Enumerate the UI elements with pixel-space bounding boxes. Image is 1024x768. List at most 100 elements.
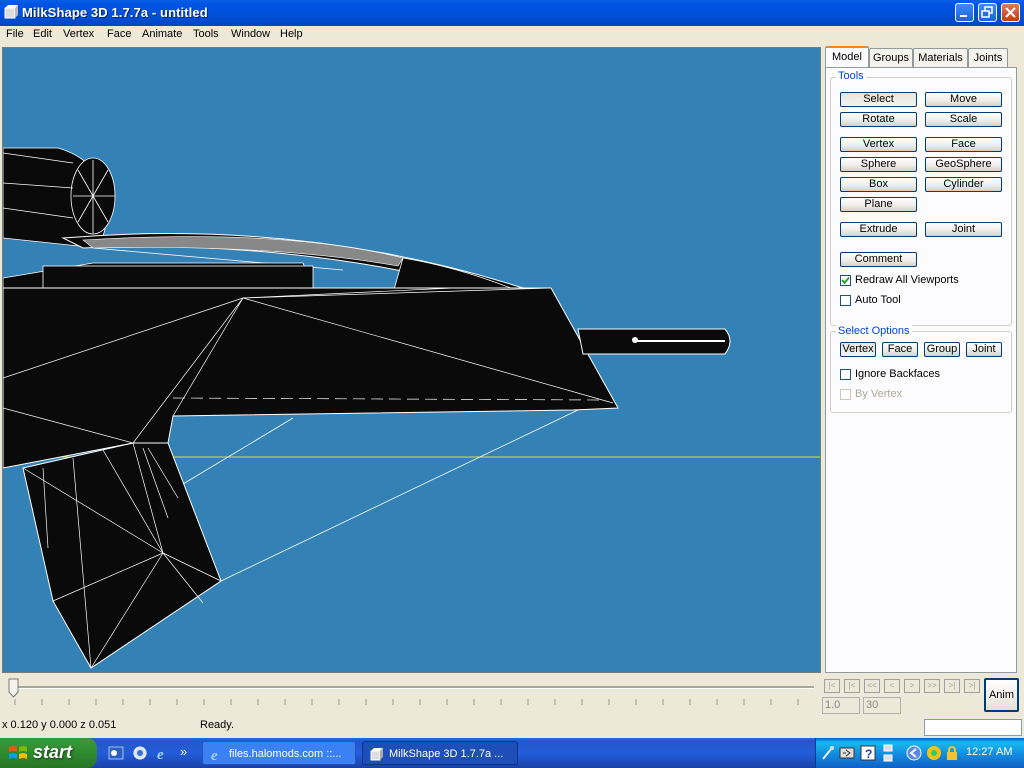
scale-button[interactable]: Scale: [925, 112, 1002, 127]
messenger-tray-icon[interactable]: [926, 745, 942, 761]
ignore-backfaces-label: Ignore Backfaces: [855, 368, 940, 380]
box-button[interactable]: Box: [840, 177, 917, 192]
tab-joints[interactable]: Joints: [968, 48, 1008, 67]
browser-quicklaunch-icon[interactable]: [132, 745, 148, 761]
status-message: Ready.: [200, 719, 235, 731]
milkshape-app-icon: [4, 5, 18, 19]
outlook-quicklaunch-icon[interactable]: [108, 745, 124, 761]
timeline-ticks: [14, 699, 799, 705]
window-title: MilkShape 3D 1.7.7a - untitled: [22, 5, 208, 20]
clock: 12:27 AM: [966, 746, 1013, 758]
last-frame-button[interactable]: >|: [964, 679, 980, 693]
tool-tray-icon[interactable]: [821, 745, 835, 761]
menu-bar: File Edit Vertex Face Animate Tools Wind…: [0, 26, 1024, 46]
by-vertex-label: By Vertex: [855, 388, 903, 400]
forward-button[interactable]: >>: [924, 679, 940, 693]
joint-tool-button[interactable]: Joint: [925, 222, 1002, 237]
select-joint-button[interactable]: Joint: [966, 342, 1002, 357]
menu-help[interactable]: Help: [277, 28, 306, 40]
face-tool-button[interactable]: Face: [925, 137, 1002, 152]
coords-readout: x 0.120 y 0.000 z 0.051: [2, 719, 117, 731]
ie-quicklaunch-icon[interactable]: e: [155, 745, 171, 761]
auto-tool-checkbox[interactable]: [840, 295, 851, 306]
model-tab-body: Tools Select Move Rotate Scale Vertex Fa…: [825, 67, 1017, 673]
plane-button[interactable]: Plane: [840, 197, 917, 212]
prev-key-button[interactable]: |<: [844, 679, 860, 693]
next-frame-button[interactable]: >: [904, 679, 920, 693]
comment-button[interactable]: Comment: [840, 252, 917, 267]
tool-panel: Model Groups Materials Joints Tools Sele…: [823, 46, 1021, 673]
restore-button[interactable]: [978, 3, 997, 22]
sphere-button[interactable]: Sphere: [840, 157, 917, 172]
tab-groups[interactable]: Groups: [869, 48, 913, 67]
extrude-button[interactable]: Extrude: [840, 222, 917, 237]
timeline-slider-thumb[interactable]: [8, 678, 20, 698]
select-vertex-button[interactable]: Vertex: [840, 342, 876, 357]
restore-icon: [981, 6, 993, 18]
timeline-track: [10, 686, 814, 689]
close-icon: [1005, 7, 1016, 18]
ie-icon: e: [211, 748, 218, 762]
svg-text:e: e: [211, 748, 218, 762]
menu-file[interactable]: File: [3, 28, 27, 40]
prev-frame-button[interactable]: <: [884, 679, 900, 693]
task-milkshape-label: MilkShape 3D 1.7.7a ...: [389, 748, 504, 760]
status-field: [924, 719, 1022, 736]
start-button[interactable]: start: [0, 738, 97, 768]
close-button[interactable]: [1001, 3, 1020, 22]
model-wireframe: [3, 147, 820, 669]
menu-tools[interactable]: Tools: [190, 28, 222, 40]
chevron-right-icon[interactable]: »: [180, 744, 187, 759]
start-label: start: [33, 742, 73, 762]
first-frame-button[interactable]: |<: [824, 679, 840, 693]
move-button[interactable]: Move: [925, 92, 1002, 107]
rotate-button[interactable]: Rotate: [840, 112, 917, 127]
security-lock-tray-icon[interactable]: [945, 745, 959, 761]
select-group-button[interactable]: Group: [924, 342, 960, 357]
back-arrow-tray-icon[interactable]: [906, 745, 922, 761]
menu-edit[interactable]: Edit: [30, 28, 55, 40]
next-key-button[interactable]: >|: [944, 679, 960, 693]
end-frame-field[interactable]: 30: [863, 697, 901, 714]
status-bar: x 0.120 y 0.000 z 0.051 Ready.: [0, 717, 1024, 738]
menu-face[interactable]: Face: [104, 28, 134, 40]
checkmark-icon: [841, 276, 850, 285]
help-tray-icon[interactable]: ?: [860, 745, 876, 761]
taskbar: start e » e files.halomods.com ::... Mil…: [0, 738, 1024, 768]
menu-animate[interactable]: Animate: [139, 28, 185, 40]
ignore-backfaces-checkbox[interactable]: [840, 369, 851, 380]
svg-text:e: e: [157, 747, 164, 761]
select-options-label: Select Options: [836, 325, 912, 337]
svg-text:?: ?: [865, 747, 872, 761]
start-frame-field[interactable]: 1.0: [822, 697, 860, 714]
redraw-all-label: Redraw All Viewports: [855, 274, 959, 286]
anim-button[interactable]: Anim: [984, 678, 1019, 712]
system-tray: ? 12:27 AM: [815, 738, 1024, 768]
windows-logo-icon: [9, 746, 27, 759]
by-vertex-checkbox[interactable]: [840, 389, 851, 400]
3d-viewport[interactable]: [2, 47, 821, 673]
task-browser[interactable]: e files.halomods.com ::...: [202, 741, 356, 765]
cylinder-button[interactable]: Cylinder: [925, 177, 1002, 192]
task-browser-label: files.halomods.com ::...: [229, 748, 342, 760]
minimize-icon: [960, 15, 967, 17]
vertex-tool-button[interactable]: Vertex: [840, 137, 917, 152]
geosphere-button[interactable]: GeoSphere: [925, 157, 1002, 172]
minimize-button[interactable]: [955, 3, 974, 22]
tab-model[interactable]: Model: [825, 46, 869, 68]
auto-tool-label: Auto Tool: [855, 294, 901, 306]
menu-window[interactable]: Window: [228, 28, 273, 40]
speaker-tray-icon[interactable]: [839, 745, 855, 761]
select-face-button[interactable]: Face: [882, 342, 918, 357]
timeline: |< |< << < > >> >| >| 1.0 30 Anim: [0, 675, 1024, 717]
tab-materials[interactable]: Materials: [913, 48, 968, 67]
tools-group-label: Tools: [836, 70, 866, 82]
task-milkshape[interactable]: MilkShape 3D 1.7.7a ...: [362, 741, 518, 765]
redraw-all-checkbox[interactable]: [840, 275, 851, 286]
select-button[interactable]: Select: [840, 92, 917, 107]
rewind-button[interactable]: <<: [864, 679, 880, 693]
network-tray-icon[interactable]: [882, 743, 894, 763]
title-bar: MilkShape 3D 1.7.7a - untitled: [0, 0, 1024, 26]
milkshape-icon: [370, 748, 383, 761]
menu-vertex[interactable]: Vertex: [60, 28, 97, 40]
